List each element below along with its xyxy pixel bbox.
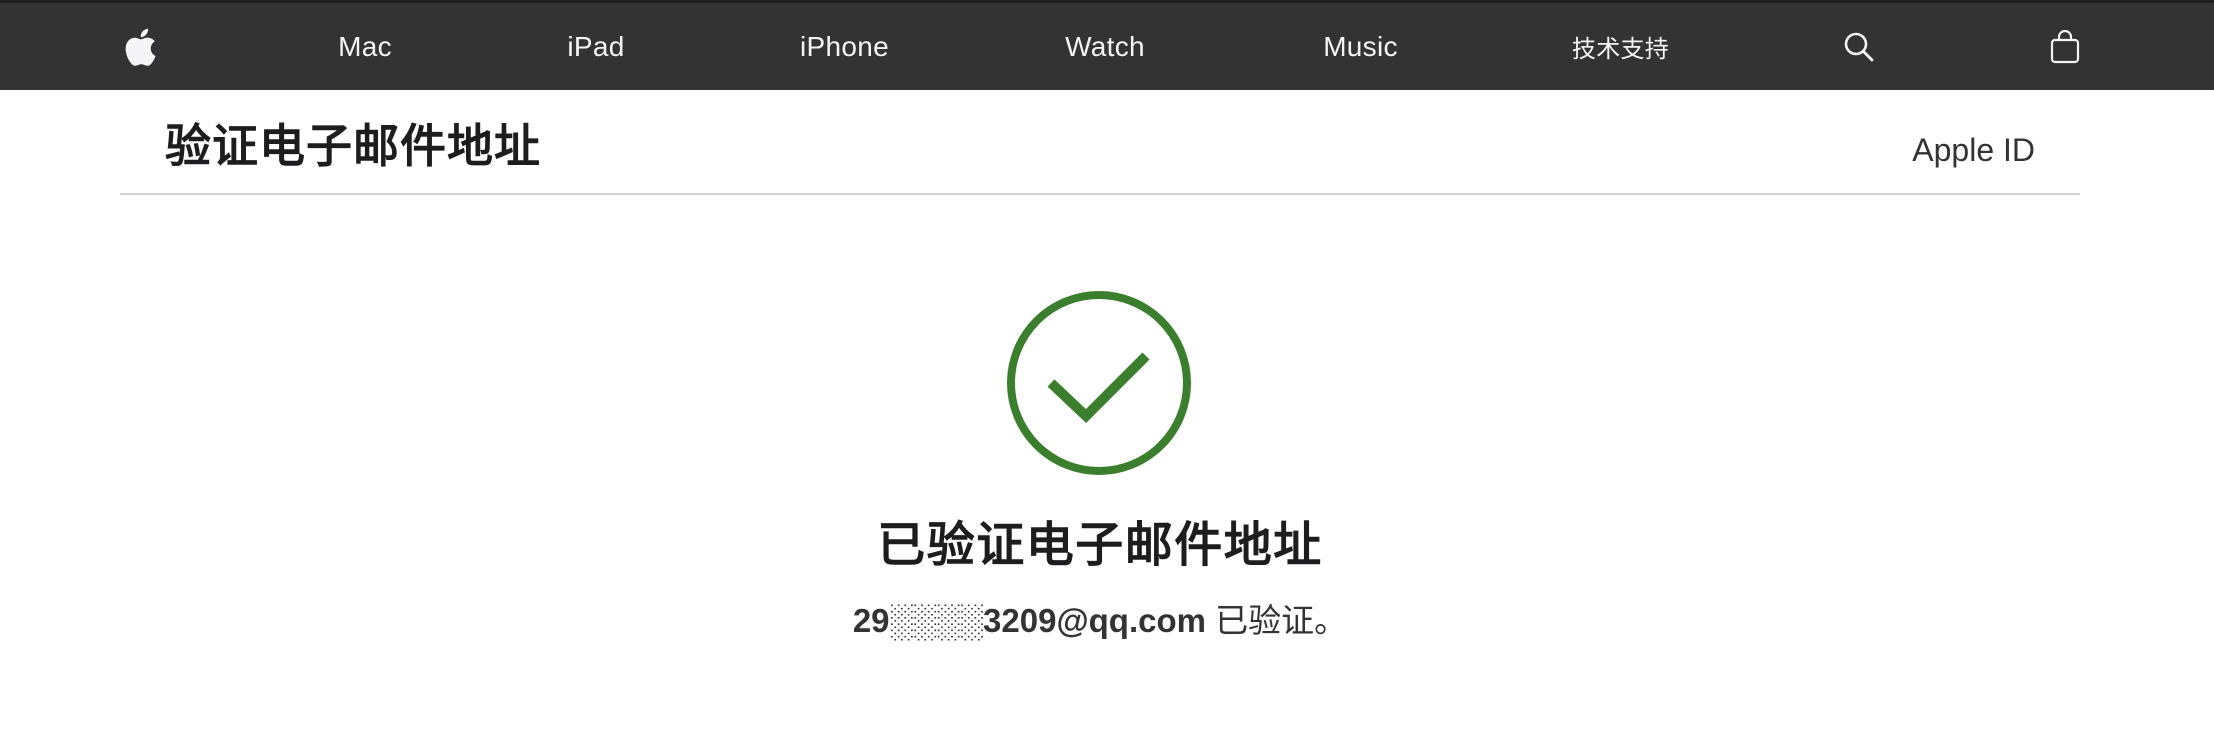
- email-address: 29░░░░3209@qq.com: [852, 602, 1206, 639]
- nav-item-label: Music: [1323, 30, 1398, 62]
- nav-item-iphone[interactable]: iPhone: [792, 3, 897, 90]
- page-title: 验证电子邮件地址: [165, 120, 541, 172]
- nav-item-mac[interactable]: Mac: [325, 3, 405, 90]
- nav-item-label: 技术支持: [1571, 36, 1670, 63]
- search-icon[interactable]: [1842, 3, 1876, 90]
- apple-id-link[interactable]: Apple ID: [1912, 132, 2035, 169]
- check-circle-shape: [1007, 291, 1191, 475]
- nav-item-label: iPhone: [800, 30, 889, 62]
- apple-logo-shape: [125, 28, 156, 66]
- nav-item-label: iPad: [567, 30, 625, 62]
- nav-item-music[interactable]: Music: [1313, 3, 1408, 90]
- local-header: 验证电子邮件地址 Apple ID: [120, 90, 2080, 195]
- status-title: 已验证电子邮件地址: [877, 519, 1323, 572]
- global-nav: Mac iPad iPhone Watch Music 技术支持: [0, 0, 2214, 90]
- verification-message: 29░░░░3209@qq.com 已验证。: [0, 594, 2200, 642]
- nav-item-label: Watch: [1065, 30, 1145, 62]
- nav-item-support[interactable]: 技术支持: [1568, 3, 1673, 90]
- verified-suffix: 已验证。: [1215, 602, 1348, 639]
- nav-item-label: Mac: [338, 30, 392, 62]
- shopping-bag-icon-shape: [2050, 29, 2080, 63]
- search-icon-shape: [1844, 32, 1874, 61]
- apple-logo-icon[interactable]: [120, 3, 160, 90]
- nav-item-watch[interactable]: Watch: [1055, 3, 1155, 90]
- nav-item-ipad[interactable]: iPad: [556, 3, 636, 90]
- check-circle-icon: [1006, 290, 1192, 476]
- shopping-bag-icon[interactable]: [2048, 3, 2082, 90]
